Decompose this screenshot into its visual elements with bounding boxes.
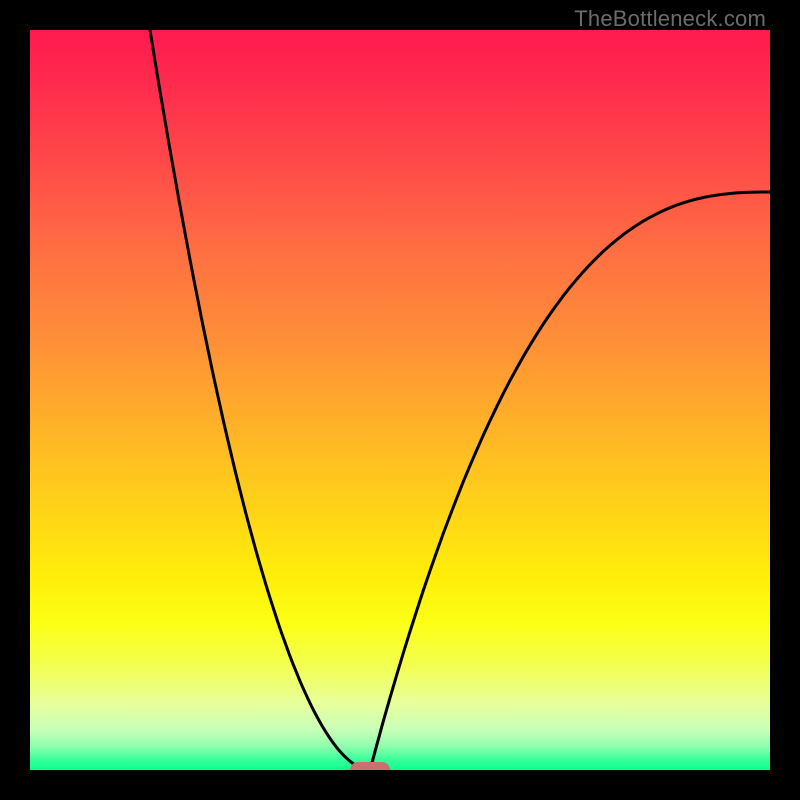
watermark-text: TheBottleneck.com [574, 6, 766, 32]
optimum-marker [350, 762, 390, 770]
plot-area [30, 30, 770, 770]
chart-frame: TheBottleneck.com [0, 0, 800, 800]
bottleneck-curve [30, 30, 770, 770]
